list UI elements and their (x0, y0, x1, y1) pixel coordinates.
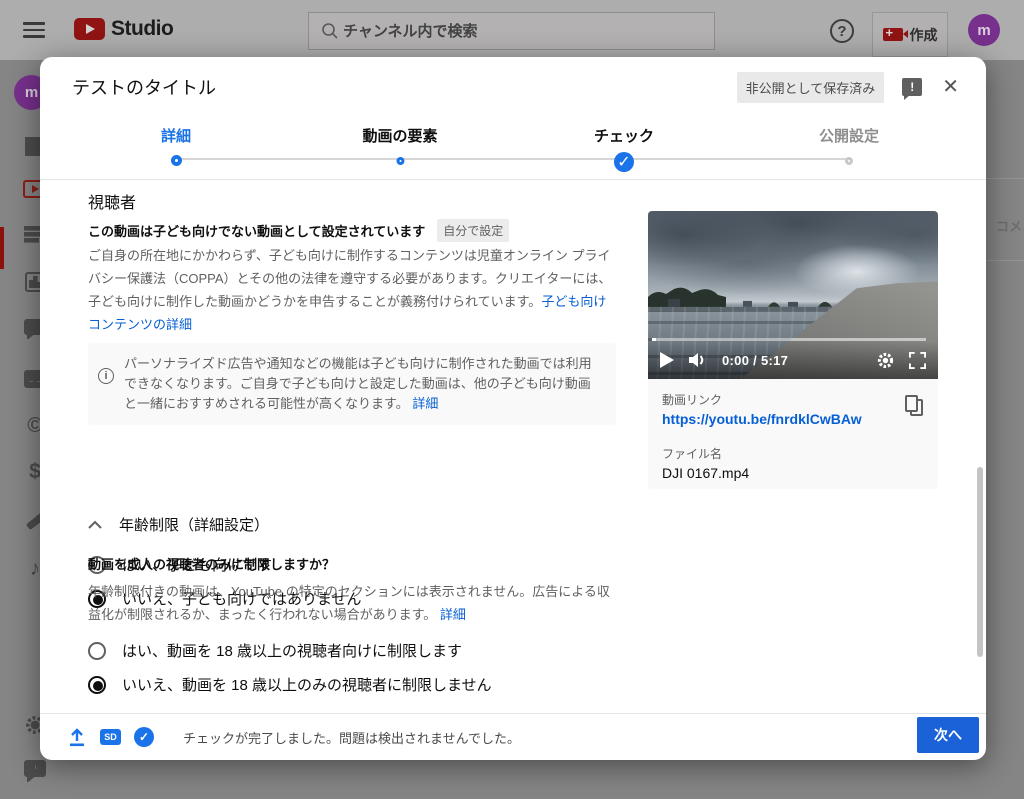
step-checks[interactable]: チェック ✓ (594, 125, 654, 172)
audience-heading: 視聴者 (88, 195, 137, 212)
step-checks-complete-icon: ✓ (613, 152, 634, 172)
stepper-connector (176, 158, 849, 160)
channel-search-box[interactable] (308, 12, 715, 50)
step-details-dot (170, 155, 182, 166)
help-icon[interactable]: ? (830, 19, 854, 43)
app-topbar: Studio ? 作成 m (0, 0, 1024, 60)
youtube-play-icon (74, 18, 105, 40)
video-metadata: 動画リンク https://youtu.be/fnrdklCwBAw ファイル名… (662, 391, 924, 481)
active-item-indicator (0, 227, 4, 269)
upload-progress-icon (67, 727, 87, 747)
background-table-divider (986, 178, 1024, 179)
time-display: 0:00 / 5:17 (722, 352, 789, 368)
filename-value: DJI 0167.mp4 (662, 465, 750, 481)
youtube-studio-logo[interactable]: Studio (74, 17, 174, 41)
play-icon[interactable] (660, 352, 674, 368)
create-button[interactable]: 作成 (872, 12, 948, 57)
chevron-up-icon (88, 520, 102, 529)
info-details-link[interactable]: 詳細 (412, 396, 438, 411)
create-video-icon (882, 25, 908, 41)
fullscreen-icon[interactable] (909, 351, 926, 369)
step-visibility-dot (844, 157, 853, 165)
background-comments-column-header: コメ (996, 219, 1023, 234)
filename-label: ファイル名 (662, 447, 723, 461)
video-link-label: 動画リンク (662, 393, 723, 407)
dialog-header: テストのタイトル 非公開として保存済み ! ✕ (40, 57, 986, 103)
step-details[interactable]: 詳細 (161, 125, 191, 166)
player-controls: 0:00 / 5:17 (648, 341, 938, 379)
player-settings-icon[interactable] (876, 351, 895, 370)
age-restriction-description: 年齢制限付きの動画は、YouTube の特定のセクションには表示されません。広告… (88, 584, 610, 622)
video-player[interactable]: 0:00 / 5:17 (648, 211, 938, 379)
close-icon[interactable]: ✕ (942, 77, 959, 97)
radio-unselected-icon (88, 641, 106, 660)
step-visibility[interactable]: 公開設定 (819, 125, 879, 165)
age-restriction-question: 動画を成人の視聴者のみに制限しますか？ (88, 557, 336, 572)
next-button[interactable]: 次へ (917, 717, 979, 753)
age-details-link[interactable]: 詳細 (440, 607, 466, 622)
hamburger-menu-icon[interactable] (23, 22, 45, 38)
radio-age-restrict-no[interactable]: いいえ、動画を 18 歳以上のみの視聴者に制限しません (88, 674, 492, 695)
account-avatar[interactable]: m (968, 14, 1000, 46)
copy-link-icon[interactable] (905, 395, 927, 419)
background-table-divider (986, 260, 1024, 261)
video-details-dialog: テストのタイトル 非公開として保存済み ! ✕ 詳細 動画の要素 チェック ✓ … (40, 57, 986, 760)
video-title: テストのタイトル (72, 78, 216, 98)
checks-status-text: チェックが完了しました。問題は検出されませんでした。 (183, 730, 520, 746)
sd-quality-badge: SD (100, 729, 121, 745)
send-feedback-icon[interactable]: ! (902, 78, 923, 100)
upload-stepper: 詳細 動画の要素 チェック ✓ 公開設定 (40, 103, 986, 180)
volume-icon[interactable] (688, 352, 708, 368)
studio-wordmark: Studio (111, 17, 174, 40)
set-by-you-badge: 自分で設定 (437, 219, 510, 242)
dialog-scrollbar[interactable] (977, 467, 983, 657)
video-preview-card: 0:00 / 5:17 動画リンク https://youtu.be/fnrdk… (648, 211, 938, 489)
radio-selected-icon (88, 675, 106, 694)
step-video-elements[interactable]: 動画の要素 (362, 125, 438, 165)
sidebar-item-feedback[interactable] (22, 758, 48, 784)
info-icon: i (98, 368, 114, 384)
dialog-footer: SD ✓ チェックが完了しました。問題は検出されませんでした。 次へ (40, 713, 986, 760)
search-input[interactable] (343, 22, 663, 40)
step-video-elements-dot (395, 157, 404, 165)
audience-status-text: この動画は子ども向けでない動画として設定されています (88, 224, 426, 239)
age-restriction-toggle[interactable]: 年齢制限（詳細設定） (88, 514, 269, 535)
search-icon (322, 23, 338, 39)
personalized-ads-infobox: i パーソナライズド広告や通知などの機能は子ども向けに制作された動画では利用でき… (88, 343, 616, 425)
app-sidebar: m © $ ♪ (0, 60, 49, 799)
radio-age-restrict-yes[interactable]: はい、動画を 18 歳以上の視聴者向けに制限します (88, 640, 462, 661)
audience-description: ご自身の所在地にかかわらず、子ども向けに制作するコンテンツは児童オンライン プラ… (88, 248, 612, 332)
saved-status-badge: 非公開として保存済み (736, 71, 885, 103)
checks-complete-icon: ✓ (134, 727, 154, 747)
video-link-url[interactable]: https://youtu.be/fnrdklCwBAw (662, 411, 924, 427)
